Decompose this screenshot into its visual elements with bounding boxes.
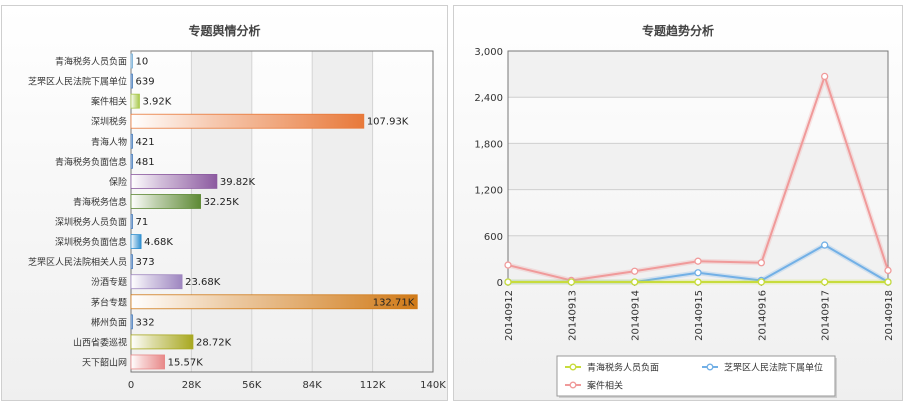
bar: [130, 274, 183, 290]
data-point: [884, 266, 892, 275]
x-tick-label: 20140917: [821, 290, 832, 341]
y-tick-label: 3,000: [474, 47, 503, 58]
value-label: 4.68K: [144, 237, 173, 248]
value-label: 639: [136, 77, 155, 88]
value-label: 15.57K: [168, 357, 204, 368]
data-point: [504, 278, 512, 286]
category-label: 青海税务人员负面: [55, 56, 127, 68]
bar: [130, 214, 133, 229]
x-tick-label: 20140914: [631, 290, 642, 341]
x-tick-label: 20140916: [757, 290, 768, 341]
bar: [130, 314, 133, 330]
x-tick-label: 140K: [420, 380, 446, 391]
category-label: 天下韶山网: [82, 356, 127, 368]
x-tick-label: 0: [128, 380, 134, 391]
topic-trend-panel: 专题趋势分析 0 600 1,200 1,800 2,400 3,000 20140912 2…: [453, 5, 903, 401]
bar-chart: 青海税务人员负面 10 芝罘区人民法院下属单位 639 案件相关 3.92K 深圳税务 107…: [28, 50, 446, 391]
data-point: [884, 278, 892, 286]
category-label: 深圳税务: [91, 116, 127, 128]
bar: [130, 93, 140, 109]
category-label: 青海人物: [91, 136, 127, 148]
bar: [130, 73, 133, 89]
data-point: [757, 259, 765, 267]
category-label: 汾酒专题: [91, 276, 127, 288]
data-point: [821, 72, 829, 81]
value-label: 39.82K: [220, 177, 256, 188]
bar: [130, 354, 165, 370]
x-tick-label: 84K: [303, 380, 323, 391]
data-point: [694, 257, 702, 265]
value-label: 132.71K: [373, 297, 415, 308]
category-label: 芝罘区人民法院相关人员: [28, 256, 127, 268]
y-tick-label: 1,800: [474, 139, 503, 150]
legend-label: 青海税务人员负面: [587, 362, 659, 374]
bar: [130, 53, 133, 69]
value-label: 481: [136, 157, 155, 168]
topic-sentiment-panel: 专题舆情分析 青海税务人员负面 10 芝罘区人民法院下属单位 639 案件相关 3.92K…: [1, 5, 448, 401]
plot-frame: [130, 50, 434, 373]
bar: [130, 254, 133, 270]
legend-label: 案件相关: [587, 380, 623, 392]
data-point: [694, 269, 702, 277]
legend-swatch-marker: [706, 363, 714, 371]
data-point: [567, 278, 575, 286]
bar: [130, 113, 365, 129]
value-label: 332: [136, 317, 155, 328]
value-label: 10: [136, 57, 149, 68]
value-label: 32.25K: [204, 197, 240, 208]
bar: [130, 133, 133, 149]
bar: [130, 174, 218, 189]
x-tick-label: 56K: [242, 380, 262, 391]
data-point: [757, 278, 765, 286]
category-label: 保险: [109, 176, 127, 188]
line-chart: 0 600 1,200 1,800 2,400 3,000 20140912 20140913…: [474, 47, 895, 398]
x-tick-label: 20140912: [504, 290, 515, 341]
x-tick-label: 112K: [360, 380, 386, 391]
category-label: 郴州负面: [91, 316, 127, 328]
value-label: 421: [136, 137, 155, 148]
category-label: 青海税务信息: [73, 196, 127, 208]
category-label: 深圳税务人员负面: [55, 216, 127, 228]
value-label: 107.93K: [367, 117, 409, 128]
grid-band: [191, 51, 252, 372]
y-tick-label: 600: [484, 232, 503, 243]
bar: [130, 194, 201, 209]
category-label: 茅台专题: [91, 296, 127, 308]
grid-band: [508, 143, 888, 190]
category-label: 芝罘区人民法院下属单位: [28, 76, 127, 88]
x-tick-label: 28K: [182, 380, 202, 391]
bar: [130, 334, 194, 350]
data-point: [631, 278, 639, 286]
bar: [130, 234, 142, 249]
legend-swatch-marker: [569, 381, 577, 389]
category-label: 案件相关: [91, 96, 127, 108]
category-label: 深圳税务负面信息: [55, 236, 127, 248]
data-point: [631, 267, 639, 275]
data-point: [821, 278, 829, 286]
x-tick-label: 20140918: [884, 290, 895, 341]
data-point: [504, 261, 512, 269]
category-label: 山西省委巡视: [73, 336, 127, 348]
value-label: 373: [136, 257, 155, 268]
value-label: 71: [136, 217, 149, 228]
legend-label: 芝罘区人民法院下属单位: [724, 362, 823, 374]
bar: [130, 153, 133, 169]
category-label: 青海税务负面信息: [55, 156, 127, 168]
value-label: 28.72K: [196, 337, 232, 348]
y-tick-label: 0: [497, 278, 503, 289]
grid-band: [312, 51, 373, 372]
y-tick-label: 2,400: [474, 93, 503, 104]
value-label: 23.68K: [185, 277, 221, 288]
value-label: 3.92K: [142, 97, 171, 108]
x-tick-label: 20140915: [694, 290, 705, 341]
x-tick-label: 20140913: [567, 290, 578, 341]
legend-swatch-marker: [569, 363, 577, 371]
y-tick-label: 1,200: [474, 186, 503, 197]
data-point: [821, 241, 829, 249]
data-point: [694, 278, 702, 286]
